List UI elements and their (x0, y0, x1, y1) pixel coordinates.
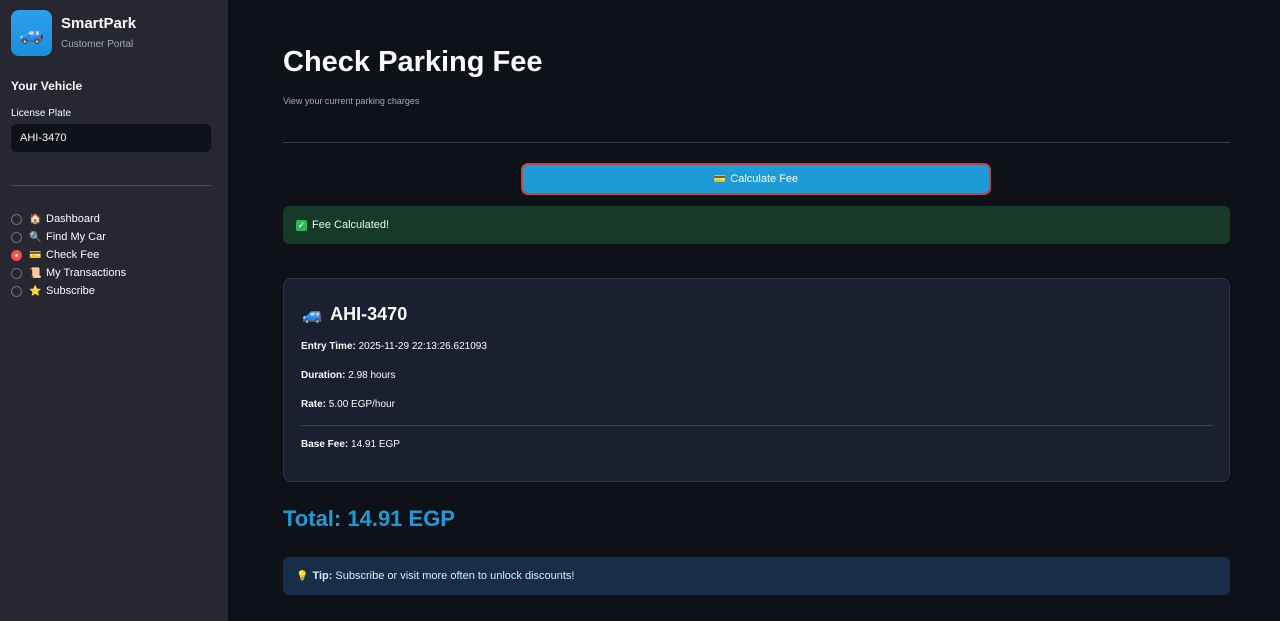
radio-button[interactable] (11, 267, 22, 279)
base-fee-value: 14.91 EGP (351, 439, 400, 450)
success-alert: ✓ Fee Calculated! (283, 206, 1230, 244)
tip-label: Tip: (312, 570, 333, 582)
page-title: Check Parking Fee (283, 46, 543, 78)
calculate-fee-button[interactable]: 💳 Calculate Fee (521, 163, 991, 195)
radio-button[interactable] (11, 231, 22, 243)
car-icon: 🚙 (302, 304, 324, 324)
your-vehicle-heading: Your Vehicle (11, 79, 83, 93)
radio-button-selected[interactable] (11, 249, 22, 261)
house-icon: 🏠 (29, 213, 42, 225)
base-fee-row: Base Fee: 14.91 EGP (301, 439, 400, 450)
total-amount: Total: 14.91 EGP (283, 506, 455, 531)
duration-row: Duration: 2.98 hours (301, 370, 396, 381)
credit-card-icon: 💳 (713, 173, 727, 185)
credit-card-icon: 💳 (29, 249, 42, 261)
tip-alert: 💡 Tip: Subscribe or visit more often to … (283, 557, 1230, 595)
scroll-icon: 📜 (29, 267, 42, 279)
entry-time-label: Entry Time: (301, 341, 356, 352)
card-title: 🚙 AHI-3470 (302, 304, 407, 325)
tip-text: Subscribe or visit more often to unlock … (335, 570, 575, 582)
radio-button[interactable] (11, 213, 22, 225)
nav-label: Check Fee (46, 249, 100, 261)
nav-label: Find My Car (46, 231, 106, 243)
base-fee-label: Base Fee: (301, 439, 349, 450)
duration-value: 2.98 hours (348, 370, 396, 381)
nav-label: Dashboard (46, 213, 100, 225)
duration-label: Duration: (301, 370, 346, 381)
sidebar: 🚙 SmartPark Customer Portal Your Vehicle… (0, 0, 228, 621)
plate-number: AHI-3470 (330, 304, 408, 324)
nav-label: Subscribe (46, 285, 95, 297)
nav-item-check-fee[interactable]: 💳 Check Fee (11, 246, 126, 264)
rate-label: Rate: (301, 399, 327, 410)
entry-time-row: Entry Time: 2025-11-29 22:13:26.621093 (301, 341, 487, 352)
sidebar-divider (11, 185, 211, 186)
magnifier-icon: 🔍 (29, 231, 42, 243)
rate-value: 5.00 EGP/hour (328, 399, 395, 410)
nav-item-dashboard[interactable]: 🏠 Dashboard (11, 210, 126, 228)
car-logo-icon: 🚙 (11, 10, 52, 56)
nav-item-find-my-car[interactable]: 🔍 Find My Car (11, 228, 126, 246)
star-icon: ⭐ (29, 285, 42, 297)
success-text: Fee Calculated! (312, 219, 390, 231)
app-name: SmartPark (61, 15, 137, 32)
lightbulb-icon: 💡 (296, 570, 309, 582)
license-plate-input[interactable] (11, 124, 211, 152)
entry-time-value: 2025-11-29 22:13:26.621093 (358, 341, 487, 352)
nav-radio-group: 🏠 Dashboard 🔍 Find My Car 💳 Check Fee 📜 … (11, 210, 126, 300)
main-divider (283, 142, 1230, 143)
brand-text: SmartPark Customer Portal (61, 15, 136, 50)
nav-label: My Transactions (46, 267, 127, 279)
app-subtitle: Customer Portal (61, 39, 134, 50)
calculate-fee-label: Calculate Fee (730, 173, 799, 185)
fee-details-card: 🚙 AHI-3470 Entry Time: 2025-11-29 22:13:… (283, 278, 1230, 482)
nav-item-my-transactions[interactable]: 📜 My Transactions (11, 264, 126, 282)
brand: 🚙 SmartPark Customer Portal (11, 10, 136, 56)
rate-row: Rate: 5.00 EGP/hour (301, 399, 395, 410)
nav-item-subscribe[interactable]: ⭐ Subscribe (11, 282, 126, 300)
radio-button[interactable] (11, 285, 22, 297)
license-plate-label: License Plate (11, 108, 72, 119)
page-subtitle: View your current parking charges (283, 96, 420, 106)
card-divider (301, 425, 1213, 426)
check-mark-icon: ✓ (296, 219, 307, 231)
